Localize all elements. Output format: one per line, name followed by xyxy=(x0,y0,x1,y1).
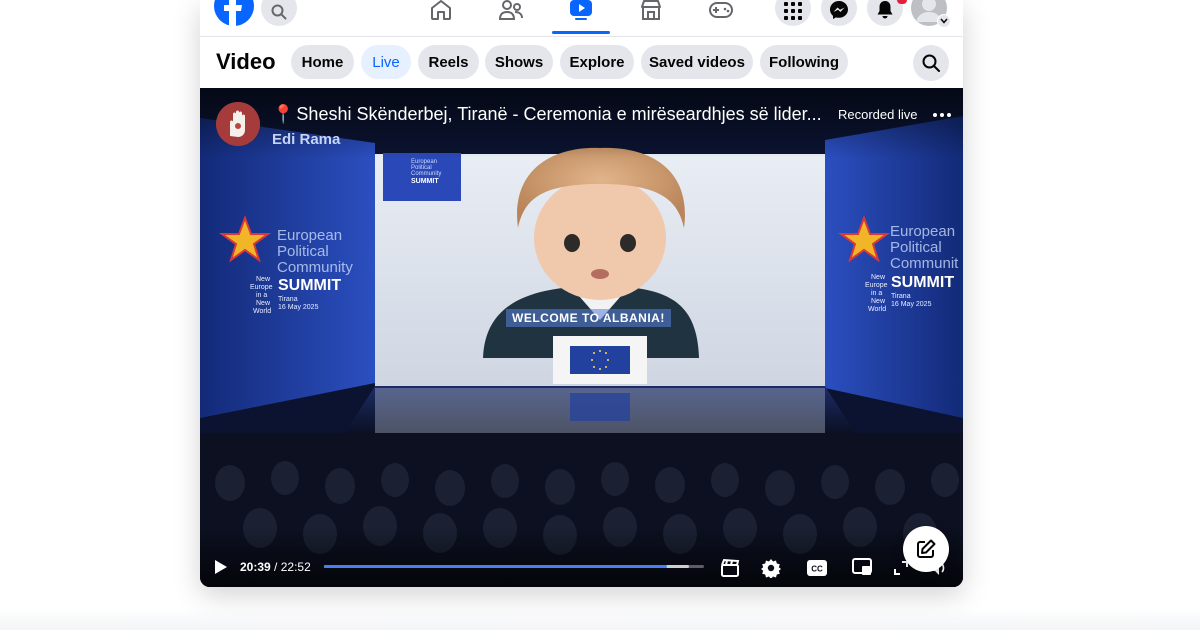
progress-bar[interactable] xyxy=(324,565,704,568)
live-video-title-text: Sheshi Skënderbej, Tiranë - Ceremonia e … xyxy=(296,104,822,124)
tab-reels[interactable]: Reels xyxy=(418,45,479,79)
screen-tagline-1: New xyxy=(256,276,271,283)
svg-text:CC: CC xyxy=(811,565,823,574)
friends-icon xyxy=(498,0,523,20)
tab-shows[interactable]: Shows xyxy=(485,45,553,79)
play-button[interactable] xyxy=(214,559,228,580)
closed-captions-icon: CC xyxy=(807,560,827,576)
chevron-down-icon xyxy=(940,18,948,24)
nav-tab-video[interactable] xyxy=(552,0,610,36)
screen-text-right-line1: European xyxy=(890,223,956,240)
time-separator: / xyxy=(270,560,281,574)
search-button[interactable] xyxy=(261,0,297,26)
screen-city: Tirana xyxy=(278,296,298,303)
picture-in-picture-button[interactable] xyxy=(852,558,872,581)
screen-tagline-2: Europe xyxy=(250,284,273,291)
screen-text-line3: Community xyxy=(277,259,353,276)
bell-icon xyxy=(877,1,893,19)
search-icon xyxy=(922,54,940,72)
duration: 22:52 xyxy=(280,560,311,574)
more-options-button[interactable] xyxy=(932,106,952,117)
tab-live[interactable]: Live xyxy=(361,45,411,79)
pin-icon: 📍 xyxy=(272,104,295,124)
mini-badge-line3: Community xyxy=(411,171,442,177)
video-frame xyxy=(200,88,963,587)
recorded-live-label: Recorded live xyxy=(838,107,918,122)
edit-icon xyxy=(917,539,936,558)
screen-text-line1: European xyxy=(277,227,343,244)
screen-city-right: Tirana xyxy=(891,293,911,300)
clapperboard-icon xyxy=(721,558,740,577)
screen-tagline-right-2: Europe xyxy=(865,282,888,289)
compose-button[interactable] xyxy=(903,526,949,572)
screen-text-right-line2: Political xyxy=(890,239,942,256)
account-menu-chevron[interactable] xyxy=(937,14,951,28)
screen-summit-right-label: SUMMIT xyxy=(891,274,955,291)
play-icon xyxy=(215,560,227,574)
screen-summit-label: SUMMIT xyxy=(278,277,342,294)
messenger-button[interactable] xyxy=(821,0,857,26)
expand-icon xyxy=(894,561,908,575)
gaming-icon xyxy=(709,2,733,18)
mini-badge-summit: SUMMIT xyxy=(411,178,439,185)
more-dots-icon xyxy=(933,113,951,117)
nav-tab-marketplace[interactable] xyxy=(622,0,680,36)
screen-tagline-3: in a xyxy=(256,292,268,299)
active-tab-indicator xyxy=(552,31,610,34)
gear-icon xyxy=(761,559,781,579)
tab-explore[interactable]: Explore xyxy=(560,45,634,79)
time-display: 20:39 / 22:52 xyxy=(240,560,311,574)
screen-tagline-5: World xyxy=(253,308,272,315)
notifications-button[interactable] xyxy=(867,0,907,26)
fullscreen-button[interactable] xyxy=(894,561,908,580)
menu-grid-icon xyxy=(784,2,802,20)
screen-text-right-line3: Communit xyxy=(890,255,959,272)
menu-button[interactable] xyxy=(775,0,811,26)
nav-tab-friends[interactable] xyxy=(482,0,540,36)
screen-tagline-right-1: New xyxy=(871,274,886,281)
video-section-header: Video Home Live Reels Shows Explore Save… xyxy=(200,36,963,88)
screen-date: 16 May 2025 xyxy=(278,304,319,311)
clip-button[interactable] xyxy=(720,558,740,583)
screen-tagline-right-3: in a xyxy=(871,290,883,297)
messenger-icon xyxy=(830,1,848,19)
player-controls: 20:39 / 22:52 CC xyxy=(200,552,963,587)
screen-tagline-right-5: World xyxy=(868,306,887,313)
screen-tagline-right-4: New xyxy=(871,298,886,305)
screen-mini-badge: European Political Community SUMMIT xyxy=(383,153,461,201)
hand-logo-icon xyxy=(216,102,260,146)
welcome-caption: WELCOME TO ALBANIA! xyxy=(506,309,671,327)
progress-fill xyxy=(324,565,667,568)
video-search-button[interactable] xyxy=(913,45,949,81)
captions-button[interactable]: CC xyxy=(807,560,827,581)
screen-tagline-4: New xyxy=(256,300,271,307)
current-time: 20:39 xyxy=(240,560,271,574)
picture-in-picture-icon xyxy=(852,558,872,575)
live-video-title[interactable]: 📍 Sheshi Skënderbej, Tiranë - Ceremonia e… xyxy=(272,104,832,125)
marketplace-icon xyxy=(641,0,661,20)
settings-button[interactable] xyxy=(761,558,781,583)
profile-avatar[interactable] xyxy=(911,0,951,28)
tab-home[interactable]: Home xyxy=(291,45,354,79)
page-title: Video xyxy=(216,49,276,74)
video-play-icon xyxy=(570,0,592,20)
screen-date-right: 16 May 2025 xyxy=(891,301,932,308)
nav-tab-gaming[interactable] xyxy=(692,0,750,36)
facebook-window: Video Home Live Reels Shows Explore Save… xyxy=(200,0,963,587)
nav-tab-home[interactable] xyxy=(412,0,470,36)
top-navigation xyxy=(200,0,963,36)
notification-badge xyxy=(897,0,907,4)
screen-text-line2: Political xyxy=(277,243,329,260)
search-icon xyxy=(271,4,287,20)
tab-saved-videos[interactable]: Saved videos xyxy=(641,45,753,79)
home-icon xyxy=(431,0,451,20)
facebook-logo[interactable] xyxy=(214,0,254,26)
channel-avatar[interactable] xyxy=(216,102,260,146)
page-bottom-band xyxy=(0,608,1200,630)
channel-name-link[interactable]: Edi Rama xyxy=(272,131,340,148)
tab-following[interactable]: Following xyxy=(760,45,848,79)
video-player[interactable]: European Political Community SUMMIT New … xyxy=(200,88,963,587)
